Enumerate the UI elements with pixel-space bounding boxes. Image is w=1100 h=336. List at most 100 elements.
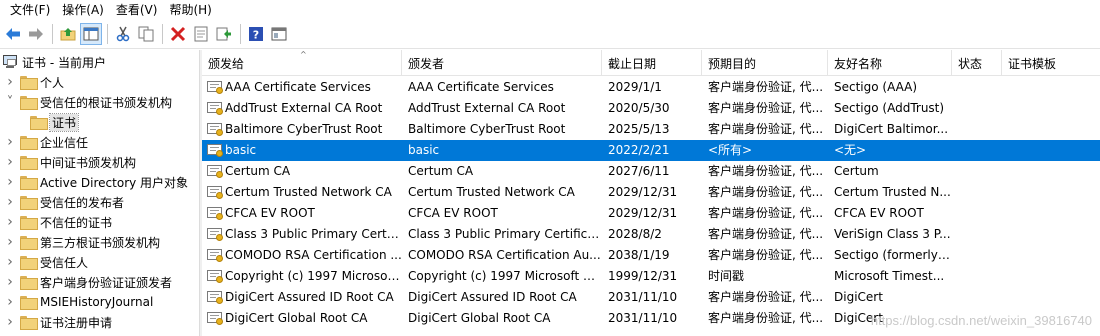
- tree-item[interactable]: › 受信任的发布者: [4, 192, 124, 212]
- tree-item[interactable]: › 中间证书颁发机构: [4, 152, 136, 172]
- tree-item[interactable]: 证书: [26, 112, 80, 132]
- cell-certificate-template: [1002, 98, 1100, 119]
- show-hide-console-tree-button[interactable]: [80, 23, 102, 45]
- chevron-right-icon[interactable]: ›: [4, 312, 16, 332]
- delete-button[interactable]: [167, 23, 189, 45]
- certificate-row[interactable]: basic basic 2022/2/21 <所有> <无>: [202, 140, 1100, 161]
- certificate-row[interactable]: Certum CA Certum CA 2027/6/11 客户端身份验证, 代...…: [202, 161, 1100, 182]
- cell-issued-by: basic: [408, 143, 440, 157]
- up-folder-icon: [60, 28, 76, 41]
- menu-bar: 文件(F) 操作(A) 查看(V) 帮助(H): [0, 0, 1100, 20]
- chevron-right-icon[interactable]: ›: [4, 132, 16, 152]
- export-list-button[interactable]: [213, 23, 235, 45]
- tree-item-label: 受信任人: [40, 255, 89, 270]
- back-button[interactable]: [2, 23, 24, 45]
- chevron-right-icon[interactable]: ›: [4, 212, 16, 232]
- chevron-right-icon[interactable]: ›: [4, 252, 16, 272]
- chevron-right-icon[interactable]: ›: [4, 72, 16, 92]
- cell-certificate-template: [1002, 77, 1100, 98]
- chevron-right-icon[interactable]: ›: [4, 152, 16, 172]
- column-header-friendly-name[interactable]: 友好名称: [828, 50, 952, 76]
- certificate-row[interactable]: AAA Certificate Services AAA Certificate …: [202, 77, 1100, 98]
- properties-icon: [194, 26, 208, 42]
- column-header-status[interactable]: 状态: [952, 50, 1002, 76]
- chevron-right-icon[interactable]: ›: [4, 172, 16, 192]
- forward-arrow-icon: [29, 28, 43, 40]
- menu-action[interactable]: 操作(A): [56, 0, 110, 20]
- cell-issued-to: COMODO RSA Certification ...: [225, 248, 402, 262]
- folder-icon: [20, 176, 38, 190]
- chevron-right-icon[interactable]: ›: [4, 292, 16, 312]
- tree-item-label: MSIEHistoryJournal: [40, 295, 154, 309]
- mmc-view-button[interactable]: [268, 23, 290, 45]
- cell-issued-to: Baltimore CyberTrust Root: [225, 122, 383, 136]
- menu-view[interactable]: 查看(V): [110, 0, 164, 20]
- folder-icon: [20, 96, 38, 110]
- cell-expiration-date: 2022/2/21: [608, 143, 670, 157]
- tree-item[interactable]: › Active Directory 用户对象: [4, 172, 188, 192]
- column-header-intended-purposes[interactable]: 预期目的: [702, 50, 828, 76]
- cell-issued-to: Certum Trusted Network CA: [225, 185, 392, 199]
- cut-icon: [116, 26, 130, 42]
- certificate-row[interactable]: DigiCert Assured ID Root CA DigiCert Assu…: [202, 287, 1100, 308]
- certificate-row[interactable]: AddTrust External CA Root AddTrust Extern…: [202, 98, 1100, 119]
- tree-item[interactable]: › 受信任人: [4, 252, 88, 272]
- cell-friendly-name: VeriSign Class 3 P...: [834, 227, 951, 241]
- cell-issued-to: DigiCert Global Root CA: [225, 311, 368, 325]
- chevron-right-icon[interactable]: ›: [4, 272, 16, 292]
- cell-status: [952, 119, 1002, 140]
- cell-intended-purposes: 客户端身份验证, 代...: [708, 185, 824, 199]
- help-button[interactable]: ?: [245, 23, 267, 45]
- certificate-row[interactable]: COMODO RSA Certification ... COMODO RSA C…: [202, 245, 1100, 266]
- properties-button[interactable]: [190, 23, 212, 45]
- tree-item[interactable]: › 证书注册申请: [4, 312, 112, 332]
- cell-status: [952, 161, 1002, 182]
- column-header-expiration-date[interactable]: 截止日期: [602, 50, 702, 76]
- column-header-issued-by[interactable]: 颁发者: [402, 50, 602, 76]
- cell-issued-by: Copyright (c) 1997 Microsoft C...: [408, 269, 602, 283]
- cell-certificate-template: [1002, 182, 1100, 203]
- tree-item[interactable]: › 客户端身份验证证颁发者: [4, 272, 172, 292]
- tree-item[interactable]: ˅ 受信任的根证书颁发机构: [4, 92, 172, 112]
- cell-certificate-template: [1002, 203, 1100, 224]
- tree-item[interactable]: › MSIEHistoryJournal: [4, 292, 153, 312]
- cell-intended-purposes: <所有>: [708, 143, 753, 157]
- certificate-row[interactable]: CFCA EV ROOT CFCA EV ROOT 2029/12/31 客户端身份验…: [202, 203, 1100, 224]
- chevron-down-icon[interactable]: ˅: [4, 92, 16, 112]
- tree-item[interactable]: › 个人: [4, 72, 64, 92]
- cell-expiration-date: 2038/1/19: [608, 248, 670, 262]
- tree-item-label: 个人: [40, 75, 65, 90]
- show-hide-tree-icon: [83, 27, 99, 41]
- cell-intended-purposes: 客户端身份验证, 代...: [708, 122, 824, 136]
- cell-intended-purposes: 时间戳: [708, 269, 745, 283]
- forward-button[interactable]: [25, 23, 47, 45]
- column-header-issued-to[interactable]: 颁发给 ^: [202, 50, 402, 76]
- cell-issued-to: Class 3 Public Primary Certifi...: [225, 227, 402, 241]
- cell-status: [952, 77, 1002, 98]
- tree-root[interactable]: 证书 - 当前用户: [0, 52, 106, 72]
- tree-item[interactable]: › 企业信任: [4, 132, 88, 152]
- cell-intended-purposes: 客户端身份验证, 代...: [708, 101, 824, 115]
- column-header-certificate-template[interactable]: 证书模板: [1002, 50, 1100, 76]
- certificate-row[interactable]: Class 3 Public Primary Certifi... Class 3…: [202, 224, 1100, 245]
- toolbar-separator: [107, 24, 108, 44]
- folder-icon: [20, 316, 38, 330]
- chevron-right-icon[interactable]: ›: [4, 192, 16, 212]
- tree-item[interactable]: › 不信任的证书: [4, 212, 112, 232]
- folder-icon: [20, 196, 38, 210]
- tree-item[interactable]: › 第三方根证书颁发机构: [4, 232, 160, 252]
- copy-icon: [138, 26, 154, 42]
- certificate-row[interactable]: Baltimore CyberTrust Root Baltimore Cyber…: [202, 119, 1100, 140]
- chevron-right-icon[interactable]: ›: [4, 232, 16, 252]
- menu-file[interactable]: 文件(F): [4, 0, 56, 20]
- tree-item-label: Active Directory 用户对象: [40, 175, 189, 190]
- up-one-level-button[interactable]: [57, 23, 79, 45]
- computer-certificate-icon: [2, 55, 18, 69]
- menu-help[interactable]: 帮助(H): [163, 0, 217, 20]
- copy-button[interactable]: [135, 23, 157, 45]
- certificate-row[interactable]: Certum Trusted Network CA Certum Trusted …: [202, 182, 1100, 203]
- cell-expiration-date: 2028/8/2: [608, 227, 662, 241]
- certificate-row[interactable]: Copyright (c) 1997 Microsoft... Copyright…: [202, 266, 1100, 287]
- cut-button[interactable]: [112, 23, 134, 45]
- cell-certificate-template: [1002, 140, 1100, 161]
